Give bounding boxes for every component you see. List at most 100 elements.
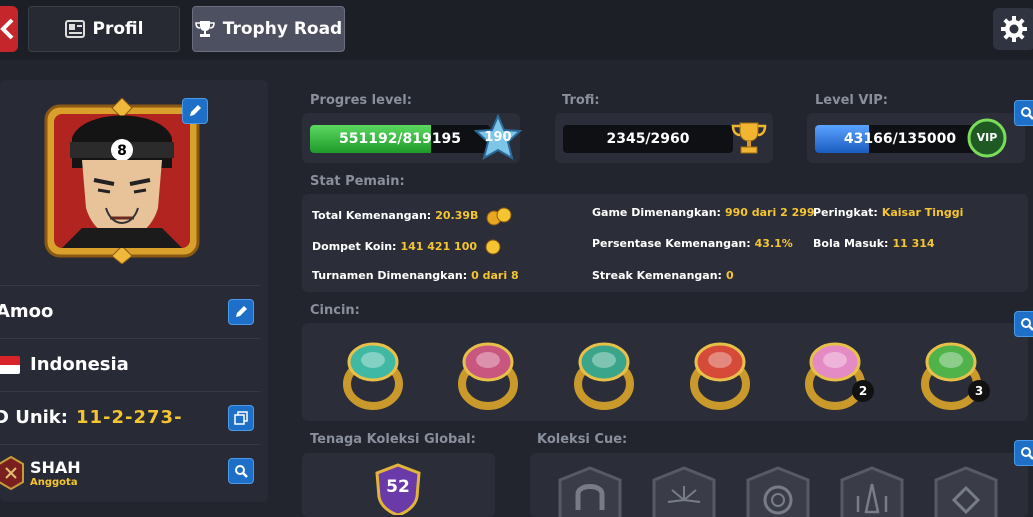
ring-icon [690,342,750,410]
stat-win-percentage: Persentase Kemenangan: 43.1% [592,237,793,250]
cue-badge-horseshoe[interactable] [556,466,624,517]
search-icon [1021,318,1033,331]
indonesia-flag-icon [0,355,20,374]
stat-balls-potted-label: Bola Masuk: [813,237,889,250]
cue-search-button[interactable] [1014,440,1033,466]
level-progress-bar: 551192/819195 [310,125,490,153]
tab-trophy-road-label: Trophy Road [222,19,343,39]
edit-name-button[interactable] [228,299,254,325]
profile-card-icon [64,20,85,38]
trophy-label: Trofi: [562,93,600,108]
coin-stack-icon [486,207,512,226]
club-search-button[interactable] [228,458,254,484]
level-number: 190 [484,130,512,145]
player-stats-label: Stat Pemain: [310,174,405,189]
cue-collection-label: Koleksi Cue: [537,432,628,447]
stat-tournaments: Turnamen Dimenangkan: 0 dari 8 [312,269,519,282]
vip-progress-bar: 43166/135000 [815,125,985,153]
stat-total-wins-value: 20.39B [435,209,479,222]
club-emblem-icon [0,455,24,490]
trophy-bar: 2345/2960 [563,125,733,153]
club-row: SHAH Anggota [0,444,260,500]
stat-total-wins: Total Kemenangan: 20.39B [312,206,514,226]
ring-item[interactable] [685,338,755,410]
back-button[interactable] [0,6,18,52]
stat-games-won-label: Game Dimenangkan: [592,206,721,219]
coin-icon [485,239,501,255]
cue-badge-diamond[interactable] [932,466,1000,517]
stat-balls-potted: Bola Masuk: 11 314 [813,237,935,250]
vip-progress-value: 43166/135000 [843,131,957,147]
stat-balls-potted-value: 11 314 [892,237,935,250]
trophy-cup-icon [731,122,767,154]
cue-badge-tower[interactable] [838,466,906,517]
rings-search-button[interactable] [1014,311,1033,337]
ring-item[interactable]: 2 [800,338,874,410]
stat-wallet-label: Dompet Koin: [312,240,397,253]
cue-badge-firework[interactable] [650,466,718,517]
ring-item[interactable] [453,338,523,410]
edit-avatar-button[interactable] [182,98,208,124]
stat-win-streak-value: 0 [725,269,734,282]
ring-item[interactable]: 3 [916,338,990,410]
stat-rank-label: Peringkat: [813,206,878,219]
stat-wallet-value: 141 421 100 [400,240,478,253]
level-progress-card: 551192/819195 190 [302,113,522,163]
pencil-icon [190,105,201,116]
player-stats-card: Total Kemenangan: 20.39B Dompet Koin: 141 … [302,194,1028,292]
vip-search-button[interactable] [1014,100,1033,126]
stat-win-percentage-value: 43.1% [754,237,793,250]
stat-rank-value: Kaisar Tinggi [881,206,964,219]
country-name: Indonesia [30,354,129,375]
eight-ball-badge-icon [746,466,810,517]
firework-badge-icon [652,466,716,517]
stat-rank: Peringkat: Kaisar Tinggi [813,206,963,219]
stat-win-streak-label: Streak Kemenangan: [592,269,722,282]
search-icon [235,465,248,478]
copy-icon [234,411,248,425]
trophy-icon [194,21,215,37]
stat-tournaments-value: 0 dari 8 [471,269,519,282]
stat-games-won: Game Dimenangkan: 990 dari 2 299 [592,206,815,219]
cue-badge-eightball[interactable] [744,466,812,517]
avatar[interactable]: 8 [42,97,208,265]
global-collection-value: 52 [386,477,410,497]
vip-level-card: 43166/135000 VIP [807,113,1025,163]
search-icon [1021,107,1033,120]
club-name: SHAH [30,457,81,477]
global-collection-card[interactable]: 52 [302,453,495,517]
svg-text:8: 8 [117,143,127,159]
search-icon [1021,447,1033,460]
trophy-card: 2345/2960 [555,113,773,163]
ring-item[interactable] [338,338,408,410]
unique-id-row: D Unik: 11-2-273- [0,391,260,443]
tab-profil[interactable]: Profil [28,6,180,52]
gear-icon [1001,16,1027,42]
level-progress-value: 551192/819195 [338,131,461,147]
ring-item[interactable] [569,338,639,410]
stat-win-streak: Streak Kemenangan: 0 [592,269,734,282]
player-name: Amoo [0,301,54,322]
ring-count-badge: 2 [852,380,874,402]
club-role: Anggota [30,476,78,488]
ring-icon [343,342,403,410]
settings-button[interactable] [993,8,1033,50]
vip-level-label: Level VIP: [815,93,888,108]
ring-icon [574,342,634,410]
unique-id-label: D Unik: [0,407,68,428]
stat-games-won-value: 990 dari 2 299 [724,206,815,219]
tab-profil-label: Profil [92,19,144,39]
stat-tournaments-label: Turnamen Dimenangkan: [312,269,468,282]
vip-badge-label: VIP [976,131,998,144]
stat-wallet: Dompet Koin: 141 421 100 [312,237,503,257]
trophy-value: 2345/2960 [606,131,690,147]
profile-panel: 8 Amoo Indonesia D Unik: 11-2-273- SHAH … [0,80,268,502]
horseshoe-badge-icon [558,466,622,517]
player-name-row: Amoo [0,285,260,337]
tower-badge-icon [840,466,904,517]
tab-trophy-road[interactable]: Trophy Road [192,6,345,52]
avatar-portrait-icon: 8 [44,97,200,265]
stat-win-percentage-label: Persentase Kemenangan: [592,237,751,250]
copy-id-button[interactable] [228,405,254,431]
top-bar: Profil Trophy Road [0,0,1033,60]
